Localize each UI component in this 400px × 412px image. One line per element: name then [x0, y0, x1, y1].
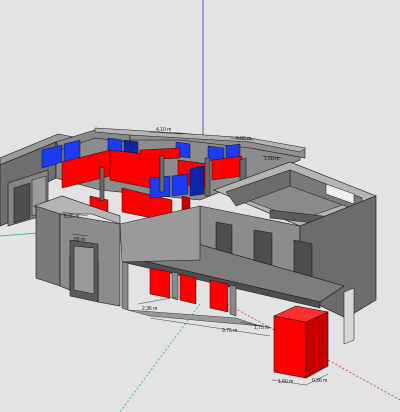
left-wing-doorway[interactable]	[13, 182, 31, 224]
dim-label-bottom-1: 2,36 m	[142, 306, 157, 312]
partition-1	[99, 166, 105, 202]
porch-floor	[127, 309, 261, 327]
blue-panel-10[interactable]	[189, 165, 205, 197]
dim-label-bottom-2: 9,75 m	[222, 328, 237, 334]
porch-red-panel-1[interactable]	[149, 267, 171, 299]
red-pillar-front[interactable]	[273, 315, 307, 379]
dim-label-top-2: 0,00 m	[236, 136, 251, 142]
dim-label-bottom-5: 0,36 m	[312, 378, 327, 384]
porch-red-panel-2[interactable]	[179, 273, 197, 305]
porch-column-1	[121, 261, 129, 311]
dim-label-bottom-4: 1,60 m	[278, 379, 293, 385]
red-pillar[interactable]	[273, 305, 329, 379]
dim-label-left-1: 5,90 m	[64, 214, 79, 220]
front-left-outer-wall	[35, 205, 61, 287]
red-pillar-side[interactable]	[305, 311, 329, 379]
blue-panel-9[interactable]	[171, 173, 189, 197]
porch-column-2	[171, 271, 179, 301]
dim-label-bottom-3: 1,75 m	[254, 325, 269, 331]
dim-label-top-3: 1,60 m	[264, 156, 279, 162]
porch-column-3	[229, 284, 237, 317]
dim-label-top-1: 4,10 m	[156, 127, 171, 133]
dim-label-left-2: 55 m	[74, 237, 85, 243]
right-room-door-4[interactable]	[343, 287, 355, 345]
scene-canvas[interactable]: 4,10 m 0,00 m 1,60 m 5,90 m 55 m 2,36 m …	[0, 0, 400, 412]
front-left-block[interactable]	[33, 195, 121, 307]
modeling-viewport[interactable]: 4,10 m 0,00 m 1,60 m 5,90 m 55 m 2,36 m …	[0, 0, 400, 412]
porch-red-panel-3[interactable]	[209, 279, 229, 313]
partition-3	[204, 157, 211, 197]
partition-2	[159, 155, 165, 193]
front-left-inner	[73, 245, 95, 295]
green-axis-dotted	[119, 303, 201, 412]
red-panel-5[interactable]	[211, 155, 243, 181]
